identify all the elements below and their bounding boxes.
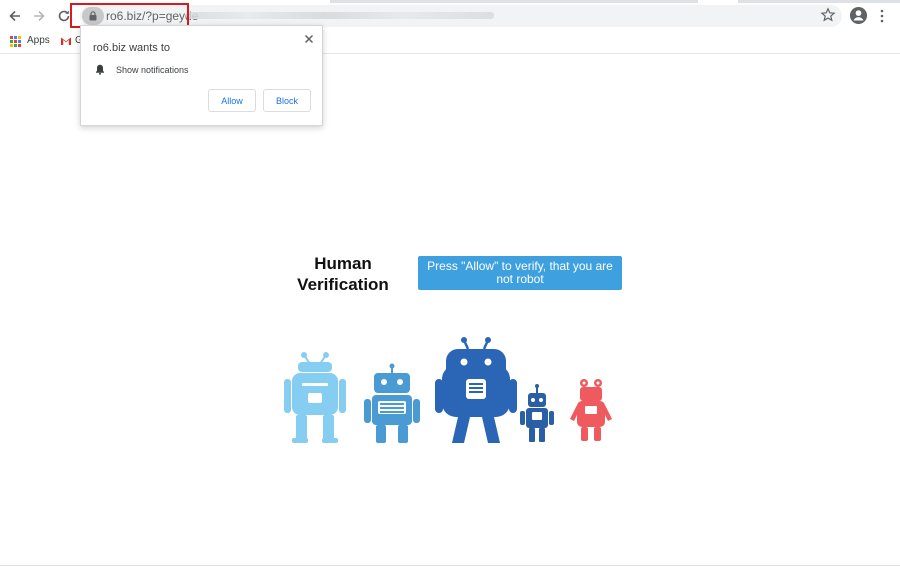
tab-strip-edge bbox=[330, 0, 698, 3]
robot-red-icon bbox=[570, 379, 612, 441]
more-menu-icon[interactable] bbox=[878, 8, 886, 24]
verify-instruction-banner: Press "Allow" to verify, that you are no… bbox=[418, 256, 622, 290]
close-icon[interactable] bbox=[304, 34, 314, 44]
back-arrow-icon bbox=[9, 10, 20, 22]
tab-strip-edge bbox=[738, 0, 900, 3]
allow-button[interactable]: Allow bbox=[208, 89, 256, 112]
block-button[interactable]: Block bbox=[263, 89, 311, 112]
url-obscured-text bbox=[186, 12, 494, 19]
permission-label: Show notifications bbox=[116, 65, 189, 75]
apps-icon[interactable] bbox=[10, 36, 21, 47]
apps-bookmark[interactable]: Apps bbox=[27, 35, 50, 46]
forward-button[interactable] bbox=[29, 6, 49, 26]
page-bottom-edge bbox=[0, 565, 900, 566]
robot-navy-icon bbox=[520, 384, 554, 442]
robot-medium-blue-icon bbox=[364, 363, 420, 443]
account-icon[interactable] bbox=[849, 6, 868, 25]
heading-line: Human bbox=[314, 254, 372, 273]
page-heading: Human Verification bbox=[280, 253, 406, 295]
star-icon[interactable] bbox=[820, 7, 836, 23]
gmail-icon[interactable] bbox=[60, 35, 72, 46]
back-button[interactable] bbox=[5, 6, 25, 26]
forward-arrow-icon bbox=[34, 10, 45, 22]
notification-permission-popup: ro6.biz wants to Show notifications Allo… bbox=[80, 25, 323, 126]
bell-icon bbox=[96, 64, 104, 75]
robots-illustration bbox=[284, 337, 612, 443]
robot-light-blue-icon bbox=[284, 352, 346, 443]
robot-dark-blue-icon bbox=[435, 337, 517, 443]
popup-title: ro6.biz wants to bbox=[93, 42, 171, 54]
heading-line: Verification bbox=[297, 275, 389, 294]
